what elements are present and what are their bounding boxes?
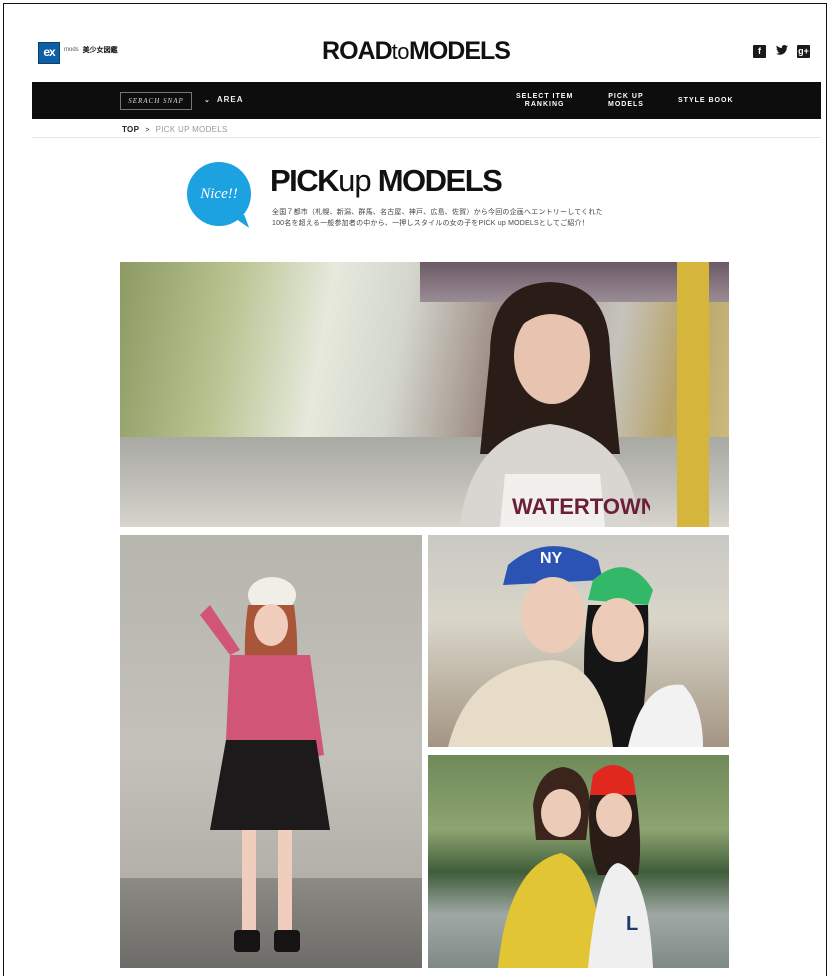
model-figure-4: L bbox=[498, 765, 653, 968]
breadcrumb-divider bbox=[32, 137, 821, 138]
page-title: PICKup MODELS bbox=[270, 163, 503, 199]
google-plus-icon[interactable]: g+ bbox=[797, 45, 810, 58]
svg-text:WATERTOWN: WATERTOWN bbox=[512, 494, 650, 519]
area-label: AREA bbox=[216, 95, 244, 104]
photo-pillar bbox=[677, 262, 709, 527]
nav-select-item-ranking[interactable]: SELECT ITEM RANKING bbox=[516, 93, 573, 109]
svg-text:NY: NY bbox=[540, 550, 563, 567]
page-description-line1: 全国７都市（札幌、新潟、群馬、名古屋、神戸、広島、佐賀）から今回の企画へエントリ… bbox=[272, 209, 603, 216]
svg-text:L: L bbox=[626, 913, 638, 935]
chevron-down-icon: ⌄ bbox=[204, 97, 211, 104]
twitter-icon[interactable] bbox=[775, 45, 788, 58]
social-links: f g+ bbox=[753, 45, 810, 58]
site-title[interactable]: ROADtoMODELS bbox=[4, 37, 826, 66]
model-photo-left[interactable] bbox=[120, 535, 422, 968]
nav-pick-up-line1: PICK UP bbox=[608, 93, 644, 100]
nav-pick-up-models[interactable]: PICK UP MODELS bbox=[608, 93, 644, 109]
model-figure-2 bbox=[200, 577, 330, 952]
page-frame: ex mods 美少女図鑑 ROADtoMODELS f g+ SERACH S… bbox=[3, 3, 827, 976]
nav-style-book[interactable]: STYLE BOOK bbox=[678, 97, 734, 105]
area-dropdown[interactable]: ⌄ AREA bbox=[204, 95, 244, 104]
breadcrumb-separator: > bbox=[145, 127, 150, 134]
search-snap-button[interactable]: SERACH SNAP bbox=[120, 92, 192, 110]
model-photo-top-right[interactable]: NY bbox=[428, 535, 729, 747]
model-figure-3: NY bbox=[448, 546, 703, 747]
model-photo-featured[interactable]: WATERTOWN bbox=[120, 262, 729, 527]
main-navbar: SERACH SNAP ⌄ AREA SELECT ITEM RANKING PI… bbox=[32, 82, 821, 119]
site-title-road: ROAD bbox=[322, 37, 393, 65]
nav-pick-up-line2: MODELS bbox=[608, 101, 644, 108]
breadcrumb: TOP > PICK UP MODELS bbox=[122, 125, 228, 134]
site-title-to: to bbox=[391, 39, 410, 64]
model-figure-1: WATERTOWN bbox=[460, 282, 650, 527]
model-photo-bottom-right[interactable]: L bbox=[428, 755, 729, 968]
breadcrumb-top-link[interactable]: TOP bbox=[122, 125, 139, 134]
page-description-line2: 100名を超える一般参加者の中から、一押しスタイルの女の子をPICK up MO… bbox=[272, 220, 590, 227]
page-title-models: MODELS bbox=[377, 163, 503, 198]
nav-select-item-line2: RANKING bbox=[524, 101, 565, 108]
nice-badge: Nice!! bbox=[187, 162, 251, 226]
facebook-icon[interactable]: f bbox=[753, 45, 766, 58]
site-title-models: MODELS bbox=[409, 37, 511, 65]
page-title-up: up bbox=[338, 163, 371, 198]
page-title-pick: PICK bbox=[270, 163, 340, 198]
breadcrumb-current: PICK UP MODELS bbox=[155, 125, 228, 134]
page-description: 全国７都市（札幌、新潟、群馬、名古屋、神戸、広島、佐賀）から今回の企画へエントリ… bbox=[272, 207, 603, 229]
nav-select-item-line1: SELECT ITEM bbox=[516, 93, 574, 100]
